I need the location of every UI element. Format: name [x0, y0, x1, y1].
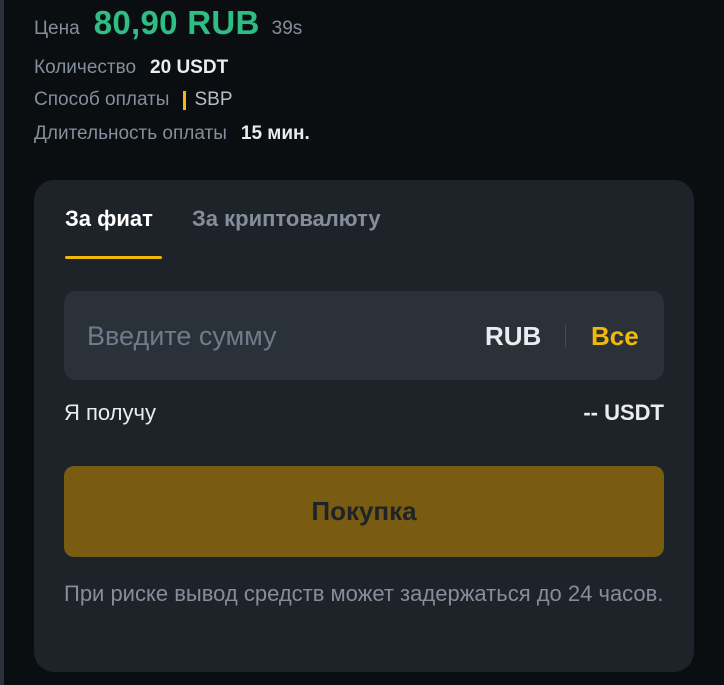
max-amount-button[interactable]: Все	[591, 321, 639, 352]
amount-divider	[565, 325, 566, 347]
tab-by-fiat[interactable]: За фиат	[65, 206, 153, 232]
payment-duration-label: Длительность оплаты	[34, 123, 227, 144]
payment-method-row: Способ оплаты SBP	[34, 89, 233, 111]
price-row: Цена 80,90 RUB 39s	[34, 4, 302, 42]
buy-button[interactable]: Покупка	[64, 466, 664, 557]
p2p-order-page: Цена 80,90 RUB 39s Количество 20 USDT Сп…	[0, 0, 724, 685]
receive-label: Я получу	[64, 400, 156, 425]
payment-method-label: Способ оплаты	[34, 89, 170, 110]
payment-duration-row: Длительность оплаты 15 мин.	[34, 123, 310, 145]
payment-duration-value: 15 мин.	[240, 123, 310, 144]
amount-input[interactable]	[87, 317, 447, 355]
left-panel-edge	[0, 0, 4, 685]
payment-method-value: SBP	[194, 89, 233, 110]
quantity-label: Количество	[34, 57, 137, 78]
amount-field: RUB Все	[64, 291, 664, 380]
trade-card: За фиат За криптовалюту RUB Все Я получу…	[34, 180, 694, 672]
quantity-value: 20 USDT	[150, 57, 229, 78]
price-label: Цена	[34, 18, 80, 39]
quantity-row: Количество 20 USDT	[34, 57, 228, 79]
active-tab-indicator	[65, 256, 162, 259]
withdrawal-risk-notice: При риске вывод средств может задержатьс…	[64, 581, 664, 606]
tab-by-crypto[interactable]: За криптовалюту	[192, 206, 381, 232]
payment-method-marker	[183, 90, 187, 110]
price-value: 80,90 RUB	[93, 4, 260, 41]
amount-currency: RUB	[485, 321, 542, 351]
receive-value: -- USDT	[583, 400, 664, 425]
price-refresh-timer: 39s	[271, 18, 303, 39]
